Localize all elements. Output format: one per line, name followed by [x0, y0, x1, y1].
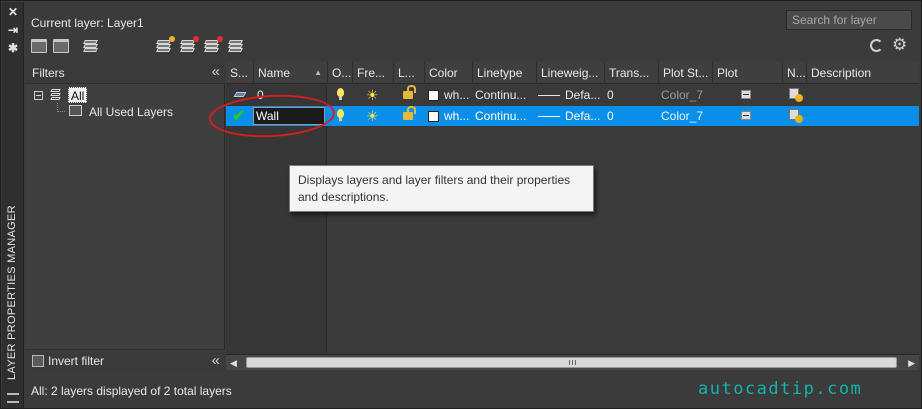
current-layer-label: Current layer: Layer1	[31, 16, 144, 30]
scroll-right-arrow-icon[interactable]: ▶	[908, 358, 915, 369]
layer-properties-manager: ✕ ⇥ ✱ LAYER PROPERTIES MANAGER Current l…	[0, 0, 922, 409]
layer-color[interactable]: wh...	[444, 106, 469, 126]
layer-status-icon	[233, 92, 247, 97]
new-layer-icon[interactable]	[156, 36, 175, 53]
filters-header: Filters «	[25, 62, 225, 84]
unlock-icon[interactable]	[403, 85, 416, 99]
column-lineweight[interactable]: Lineweig...	[537, 62, 605, 84]
scrollbar-thumb[interactable]	[246, 357, 897, 368]
color-swatch[interactable]	[428, 111, 439, 122]
delete-layer-icon[interactable]	[204, 36, 223, 53]
tree-collapse-toggle[interactable]	[34, 91, 43, 100]
new-property-filter-icon[interactable]	[31, 39, 47, 53]
layer-transparency[interactable]: 0	[607, 106, 614, 126]
tooltip: Displays layers and layer filters and th…	[289, 165, 594, 212]
gear-icon[interactable]: ⚙	[892, 36, 907, 53]
layer-lineweight[interactable]: Defa...	[565, 85, 600, 105]
scrollbar-grip	[569, 360, 576, 365]
plot-printer-icon[interactable]	[741, 90, 751, 99]
layer-transparency[interactable]: 0	[607, 85, 614, 105]
palette-title: LAYER PROPERTIES MANAGER	[0, 200, 26, 380]
column-description[interactable]: Description	[807, 62, 919, 84]
horizontal-scrollbar[interactable]: ◀ ▶	[226, 354, 919, 370]
status-text: All: 2 layers displayed of 2 total layer…	[31, 384, 232, 398]
table-row[interactable]: 0 ☀ wh... Continu... Defa... 0 Color_7	[226, 85, 919, 105]
search-input[interactable]	[786, 10, 912, 30]
layer-states-manager-icon[interactable]	[83, 39, 99, 53]
filters-footer: Invert filter «	[25, 349, 225, 371]
column-lock[interactable]: L...	[394, 62, 425, 84]
collapse-filters-icon[interactable]: «	[212, 63, 220, 80]
column-color[interactable]: Color	[425, 62, 473, 84]
column-new-vp-freeze[interactable]: N...	[783, 62, 807, 84]
layer-plot-style[interactable]: Color_7	[661, 85, 703, 105]
palette-title-text: LAYER PROPERTIES MANAGER	[6, 205, 18, 380]
palette-title-bar[interactable]: ✕ ⇥ ✱ LAYER PROPERTIES MANAGER	[2, 2, 24, 408]
filters-title: Filters	[32, 66, 65, 80]
thaw-sun-icon[interactable]: ☀	[366, 86, 379, 104]
column-on[interactable]: O...	[328, 62, 353, 84]
grid-header: S... Name ▲ O... Fre... L... Color Linety…	[226, 62, 919, 84]
auto-hide-icon[interactable]: ⇥	[6, 23, 20, 37]
scroll-left-arrow-icon[interactable]: ◀	[230, 358, 237, 369]
filter-all-used-layers[interactable]: All Used Layers	[89, 105, 173, 119]
layer-filter-icon	[50, 88, 64, 102]
column-linetype[interactable]: Linetype	[473, 62, 537, 84]
lineweight-sample	[538, 95, 560, 96]
layer-linetype[interactable]: Continu...	[475, 106, 526, 126]
column-name[interactable]: Name ▲	[254, 62, 328, 84]
column-plot[interactable]: Plot	[713, 62, 783, 84]
column-freeze[interactable]: Fre...	[353, 62, 394, 84]
new-vp-freeze-icon[interactable]	[789, 88, 803, 102]
new-vp-freeze-icon[interactable]	[789, 109, 803, 123]
column-name-label: Name	[258, 66, 291, 80]
thaw-sun-icon[interactable]: ☀	[366, 107, 379, 125]
unlock-icon[interactable]	[403, 106, 416, 120]
column-transparency[interactable]: Trans...	[605, 62, 659, 84]
column-plot-style[interactable]: Plot St...	[659, 62, 713, 84]
watermark: autocadtip.com	[698, 379, 863, 399]
lineweight-sample	[538, 116, 560, 117]
close-icon[interactable]: ✕	[6, 5, 20, 19]
on-bulb-icon[interactable]	[337, 88, 344, 100]
collapse-footer-icon[interactable]: «	[212, 352, 220, 369]
sort-asc-icon: ▲	[314, 68, 322, 77]
layer-lineweight[interactable]: Defa...	[565, 106, 600, 126]
column-status[interactable]: S...	[226, 62, 254, 84]
plot-printer-icon[interactable]	[741, 111, 751, 120]
invert-filter-checkbox[interactable]	[32, 355, 44, 367]
used-layers-filter-icon	[69, 105, 82, 116]
new-group-filter-icon[interactable]	[53, 39, 69, 53]
set-current-icon[interactable]	[228, 39, 244, 53]
new-layer-vp-frozen-icon[interactable]	[180, 36, 199, 53]
on-bulb-icon[interactable]	[337, 109, 344, 121]
layer-plot-style[interactable]: Color_7	[661, 106, 703, 126]
properties-icon[interactable]: ✱	[6, 41, 20, 55]
palette-grip-icon[interactable]	[7, 393, 19, 403]
refresh-icon[interactable]	[870, 39, 883, 52]
layer-linetype[interactable]: Continu...	[475, 85, 526, 105]
filter-all[interactable]: All	[68, 87, 88, 103]
layer-color[interactable]: wh...	[444, 85, 469, 105]
tree-connector	[57, 103, 65, 112]
invert-filter-label: Invert filter	[48, 354, 105, 368]
filters-panel: Filters « All All Used Layers Invert fil…	[25, 62, 225, 371]
color-swatch[interactable]	[428, 90, 439, 101]
